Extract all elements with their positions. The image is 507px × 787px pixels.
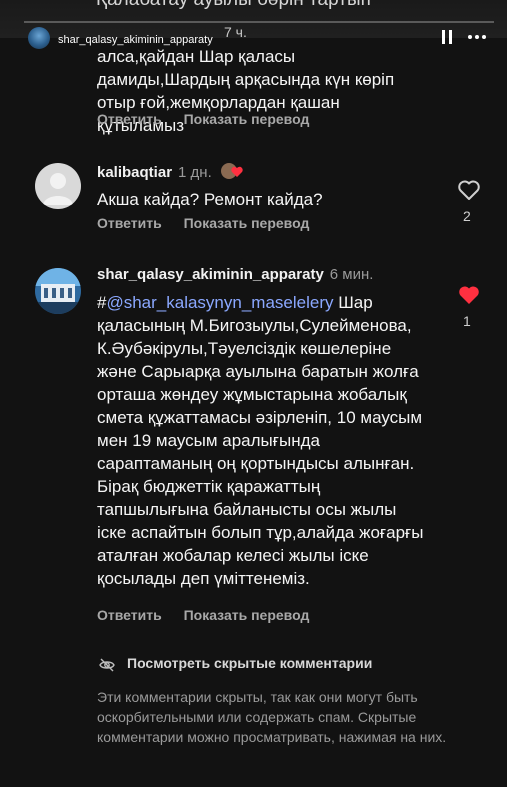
show-translation-button[interactable]: Показать перевод (184, 607, 310, 623)
pause-icon[interactable] (438, 28, 456, 46)
heart-icon[interactable] (457, 179, 481, 201)
eye-slash-icon (99, 657, 115, 673)
avatar[interactable] (35, 268, 81, 314)
comment-text: #@shar_kalasynyn_maselelery Шар қаласыны… (97, 291, 427, 590)
default-avatar-icon (43, 173, 73, 205)
building-photo-icon (35, 268, 81, 314)
mention-link[interactable]: @shar_kalasynyn_maselelery (106, 293, 333, 312)
show-translation-button[interactable]: Показать перевод (184, 215, 310, 231)
comment-username[interactable]: kalibaqtiar (97, 164, 172, 181)
comment-time: 6 мин. (329, 266, 374, 283)
hidden-comments-description: Эти комментарии скрыты, так как они могу… (97, 689, 447, 745)
comment-time: 1 дн. (178, 163, 212, 181)
show-hidden-comments-button[interactable]: Посмотреть скрытые комментарии (127, 655, 372, 671)
story-progress-bar (24, 21, 494, 23)
story-avatar[interactable] (28, 27, 50, 49)
show-translation-button[interactable]: Показать перевод (184, 111, 310, 127)
more-options-icon[interactable] (468, 28, 486, 46)
like-count: 1 (463, 313, 471, 329)
reply-button[interactable]: Ответить (97, 111, 162, 127)
comment-username[interactable]: shar_qalasy_akiminin_apparaty (97, 266, 324, 283)
like-count: 2 (463, 208, 471, 224)
story-time: 7 ч. (224, 24, 247, 40)
reply-button[interactable]: Ответить (97, 607, 162, 623)
comment-text: Акша кайда? Ремонт кайда? (97, 190, 323, 209)
comment-body: Шар қаласының М.Бигозыулы,Сулейменова, К… (97, 293, 424, 588)
comment-text-cut: Қалабатау ауылы бәрін тартып (96, 0, 371, 12)
avatar[interactable] (35, 163, 81, 209)
reply-button[interactable]: Ответить (97, 215, 162, 231)
heart-filled-icon[interactable] (457, 284, 481, 306)
creator-liked-icon (220, 162, 246, 184)
